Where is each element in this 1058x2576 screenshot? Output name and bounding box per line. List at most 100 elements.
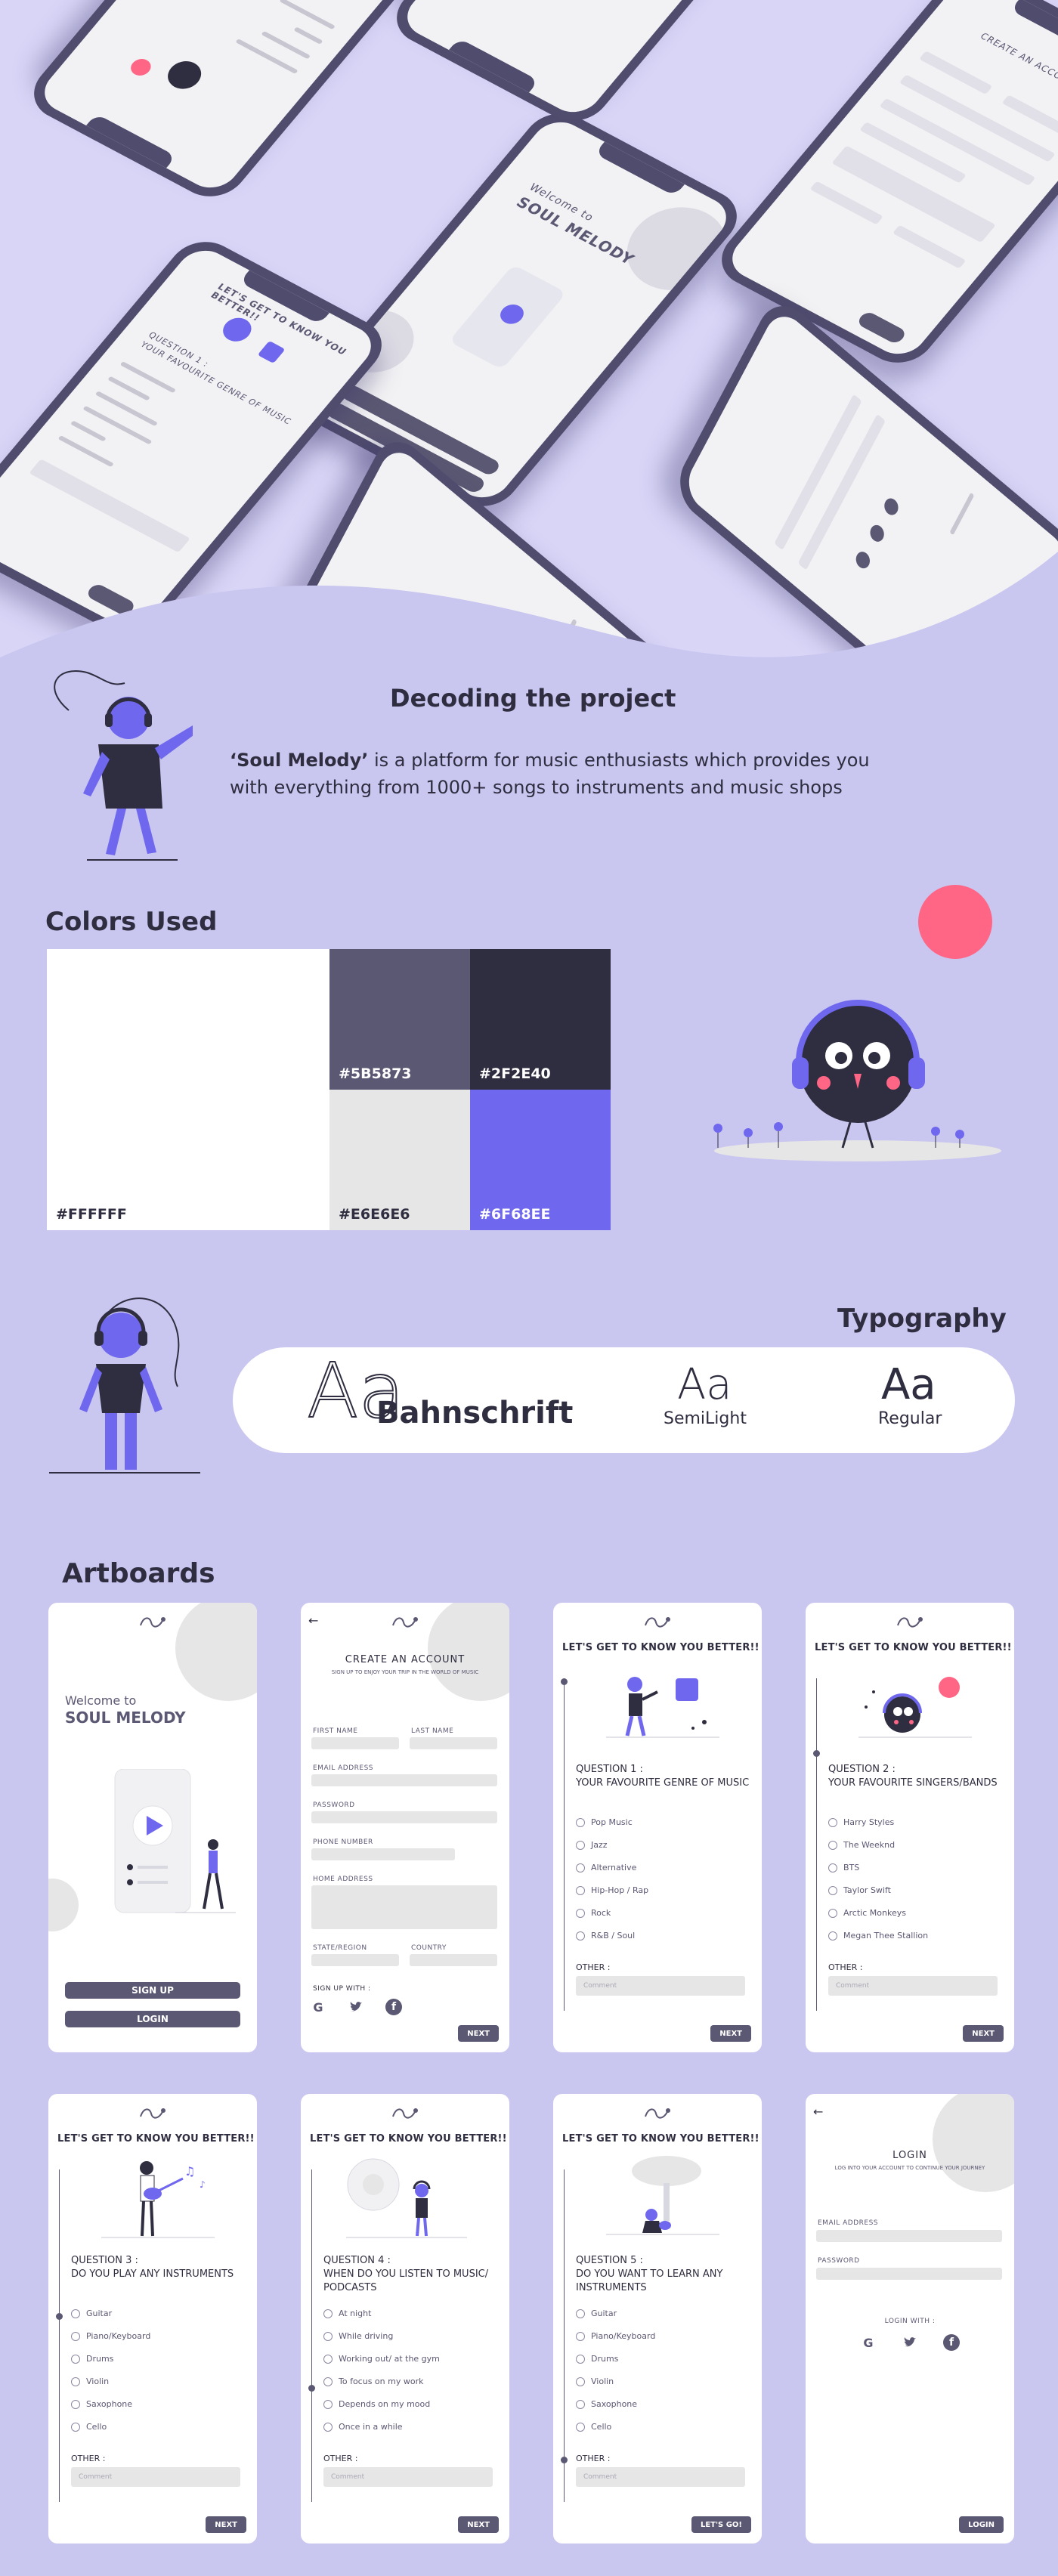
- option-the-weeknd[interactable]: The Weeknd: [828, 1840, 895, 1850]
- login-submit-button[interactable]: LOGIN: [959, 2516, 1004, 2533]
- radio-icon[interactable]: [828, 1885, 837, 1895]
- option-violin[interactable]: Violin: [576, 2377, 614, 2386]
- google-icon[interactable]: G: [310, 1999, 326, 2015]
- option-arctic-monkeys[interactable]: Arctic Monkeys: [828, 1908, 906, 1918]
- radio-icon[interactable]: [828, 1908, 837, 1918]
- lets-go-button[interactable]: LET'S GO!: [691, 2516, 751, 2533]
- next-button[interactable]: NEXT: [963, 2025, 1004, 2042]
- radio-icon[interactable]: [576, 2422, 585, 2432]
- option-megan[interactable]: Megan Thee Stallion: [828, 1931, 928, 1941]
- radio-icon[interactable]: [828, 1931, 837, 1941]
- radio-icon[interactable]: [323, 2309, 333, 2318]
- next-button[interactable]: NEXT: [458, 2516, 499, 2533]
- radio-icon[interactable]: [576, 2331, 585, 2341]
- radio-icon[interactable]: [71, 2309, 80, 2318]
- option-working-out[interactable]: Working out/ at the gym: [323, 2354, 440, 2364]
- first-name-field[interactable]: [311, 1737, 399, 1749]
- login-button[interactable]: LOGIN: [65, 2011, 240, 2027]
- next-button[interactable]: NEXT: [710, 2025, 751, 2042]
- back-arrow-icon[interactable]: ←: [813, 2104, 823, 2119]
- radio-icon[interactable]: [576, 1840, 585, 1850]
- option-guitar[interactable]: Guitar: [71, 2309, 112, 2318]
- radio-icon[interactable]: [323, 2331, 333, 2341]
- phone-create-next-button[interactable]: [855, 310, 908, 345]
- login-email-field[interactable]: [816, 2230, 1002, 2242]
- radio-icon[interactable]: [828, 1840, 837, 1850]
- radio-icon[interactable]: [576, 1885, 585, 1895]
- other-input[interactable]: Comment: [323, 2467, 493, 2487]
- radio-icon[interactable]: [576, 2309, 585, 2318]
- radio-icon[interactable]: [576, 1817, 585, 1827]
- radio-icon[interactable]: [576, 1931, 585, 1941]
- option-harry-styles[interactable]: Harry Styles: [828, 1817, 894, 1827]
- phone-field[interactable]: [311, 1848, 455, 1860]
- radio-icon[interactable]: [71, 2331, 80, 2341]
- radio-icon[interactable]: [828, 1817, 837, 1827]
- radio-icon[interactable]: [828, 1863, 837, 1872]
- signup-with-label: SIGN UP WITH :: [313, 1985, 371, 1993]
- option-rnb[interactable]: R&B / Soul: [576, 1931, 635, 1941]
- radio-icon[interactable]: [576, 2399, 585, 2409]
- radio-icon[interactable]: [576, 1908, 585, 1918]
- question-heading: LET'S GET TO KNOW YOU BETTER!!: [562, 2133, 759, 2145]
- option-while-driving[interactable]: While driving: [323, 2331, 393, 2341]
- radio-icon[interactable]: [71, 2354, 80, 2364]
- twitter-icon[interactable]: [902, 2334, 918, 2351]
- option-saxophone[interactable]: Saxophone: [576, 2399, 637, 2409]
- other-input[interactable]: Comment: [576, 1976, 745, 1996]
- option-piano[interactable]: Piano/Keyboard: [576, 2331, 655, 2341]
- signup-button[interactable]: SIGN UP: [65, 1982, 240, 1999]
- option-cello[interactable]: Cello: [71, 2422, 107, 2432]
- option-drums[interactable]: Drums: [576, 2354, 618, 2364]
- swatch-grey-purple: #5B5873: [329, 949, 470, 1090]
- radio-icon[interactable]: [71, 2422, 80, 2432]
- option-jazz[interactable]: Jazz: [576, 1840, 608, 1850]
- signup-next-button[interactable]: NEXT: [458, 2025, 499, 2042]
- progress-line: [311, 2169, 312, 2502]
- facebook-icon[interactable]: f: [385, 1999, 402, 2015]
- typeface-semilight-sample: Aa: [677, 1360, 732, 1409]
- back-arrow-icon[interactable]: ←: [308, 1613, 318, 1628]
- email-field[interactable]: [311, 1774, 497, 1786]
- twitter-icon[interactable]: [348, 1999, 364, 2015]
- radio-icon[interactable]: [323, 2399, 333, 2409]
- option-alternative[interactable]: Alternative: [576, 1863, 636, 1872]
- password-field[interactable]: [311, 1811, 497, 1823]
- radio-icon[interactable]: [323, 2422, 333, 2432]
- logo-icon: [392, 2108, 418, 2119]
- state-field[interactable]: [311, 1954, 399, 1966]
- other-input[interactable]: Comment: [828, 1976, 998, 1996]
- google-icon[interactable]: G: [860, 2334, 877, 2351]
- option-once-in-while[interactable]: Once in a while: [323, 2422, 403, 2432]
- other-input[interactable]: Comment: [576, 2467, 745, 2487]
- option-guitar[interactable]: Guitar: [576, 2309, 617, 2318]
- radio-icon[interactable]: [71, 2399, 80, 2409]
- country-field[interactable]: [410, 1954, 497, 1966]
- radio-icon[interactable]: [323, 2354, 333, 2364]
- option-rock[interactable]: Rock: [576, 1908, 611, 1918]
- option-at-night[interactable]: At night: [323, 2309, 371, 2318]
- option-taylor-swift[interactable]: Taylor Swift: [828, 1885, 891, 1895]
- login-password-field[interactable]: [816, 2268, 1002, 2280]
- option-hiphop[interactable]: Hip-Hop / Rap: [576, 1885, 648, 1895]
- radio-icon[interactable]: [576, 2377, 585, 2386]
- last-name-field[interactable]: [410, 1737, 497, 1749]
- option-saxophone[interactable]: Saxophone: [71, 2399, 132, 2409]
- password-label: PASSWORD: [313, 1801, 355, 1809]
- next-button[interactable]: NEXT: [206, 2516, 246, 2533]
- option-focus[interactable]: To focus on my work: [323, 2377, 423, 2386]
- home-address-field[interactable]: [311, 1885, 497, 1929]
- radio-icon[interactable]: [323, 2377, 333, 2386]
- radio-icon[interactable]: [576, 1863, 585, 1872]
- radio-icon[interactable]: [576, 2354, 585, 2364]
- facebook-icon[interactable]: f: [943, 2334, 960, 2351]
- option-piano[interactable]: Piano/Keyboard: [71, 2331, 150, 2341]
- radio-icon[interactable]: [71, 2377, 80, 2386]
- option-bts[interactable]: BTS: [828, 1863, 859, 1872]
- option-cello[interactable]: Cello: [576, 2422, 611, 2432]
- option-pop[interactable]: Pop Music: [576, 1817, 633, 1827]
- option-drums[interactable]: Drums: [71, 2354, 113, 2364]
- option-violin[interactable]: Violin: [71, 2377, 109, 2386]
- option-mood[interactable]: Depends on my mood: [323, 2399, 430, 2409]
- other-input[interactable]: Comment: [71, 2467, 240, 2487]
